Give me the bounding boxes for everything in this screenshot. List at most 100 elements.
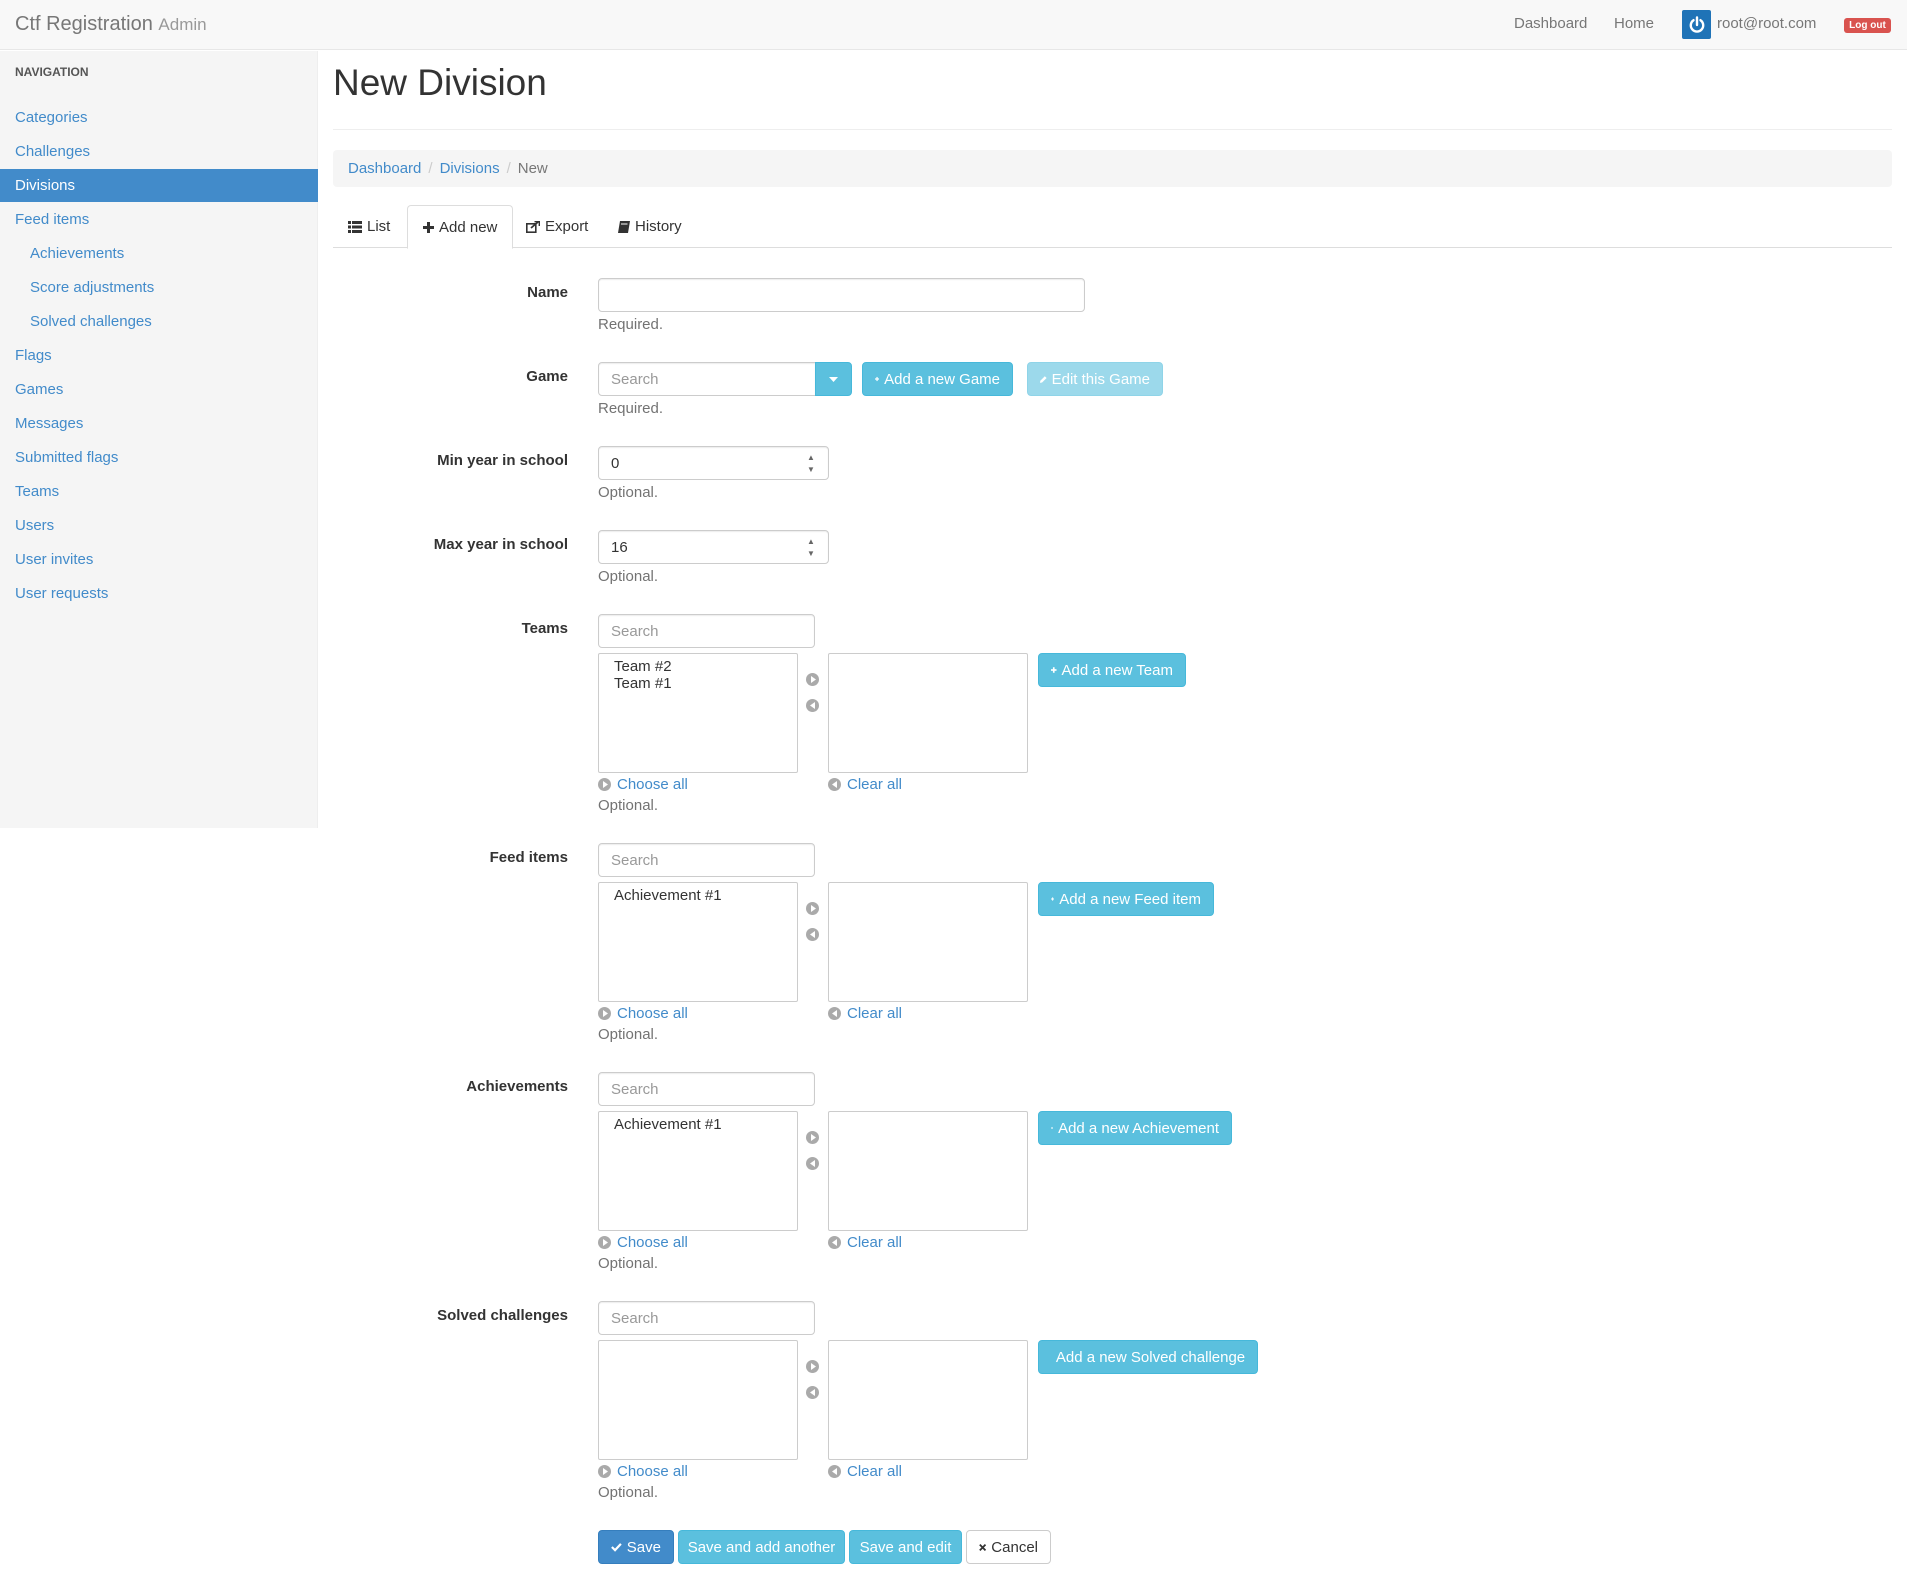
min-year-label: Min year in school xyxy=(437,452,568,469)
nav-home-link[interactable]: Home xyxy=(1614,15,1654,32)
list-item[interactable]: Achievement #1 xyxy=(614,887,797,904)
solved-challenges-available-list[interactable] xyxy=(598,1340,798,1460)
book-icon xyxy=(618,220,630,233)
achievements-choose-all-link[interactable]: Choose all xyxy=(617,1234,688,1251)
sidebar-item-challenges[interactable]: Challenges xyxy=(0,135,318,168)
sidebar-item-divisions[interactable]: Divisions xyxy=(0,169,318,202)
user-avatar-power-icon[interactable] xyxy=(1682,10,1711,39)
teams-move-left-icon[interactable] xyxy=(806,699,819,712)
list-item[interactable]: Team #2 xyxy=(614,658,797,675)
list-item[interactable]: Team #1 xyxy=(614,675,797,692)
save-and-add-another-button[interactable]: Save and add another xyxy=(678,1530,845,1564)
add-new-team-label: Add a new Team xyxy=(1061,661,1173,679)
tab-export-label: Export xyxy=(545,218,589,235)
achievements-choose-all[interactable]: Choose all xyxy=(598,1234,688,1251)
min-year-spinner[interactable]: ▲ ▼ xyxy=(806,453,816,475)
logout-button[interactable]: Log out xyxy=(1844,18,1891,33)
sidebar-item-user-invites[interactable]: User invites xyxy=(0,543,318,576)
sidebar-item-users[interactable]: Users xyxy=(0,509,318,542)
save-button[interactable]: Save xyxy=(598,1530,674,1564)
achievements-selected-list[interactable] xyxy=(828,1111,1028,1231)
achievements-move-left-icon[interactable] xyxy=(806,1157,819,1170)
game-search-input[interactable]: Search xyxy=(598,362,816,396)
feed-items-search-input[interactable]: Search xyxy=(598,843,815,877)
clear-all-icon xyxy=(828,1007,841,1020)
solved-challenges-clear-all[interactable]: Clear all xyxy=(828,1463,902,1480)
feed-items-choose-all-link[interactable]: Choose all xyxy=(617,1005,688,1022)
add-new-solved-challenge-label: Add a new Solved challenge xyxy=(1055,1348,1246,1366)
cancel-button[interactable]: Cancel xyxy=(966,1530,1051,1564)
achievements-clear-all-link[interactable]: Clear all xyxy=(847,1234,902,1251)
add-new-solved-challenge-button[interactable]: Add a new Solved challenge xyxy=(1038,1340,1258,1374)
teams-selected-list[interactable] xyxy=(828,653,1028,773)
solved-challenges-selected-list[interactable] xyxy=(828,1340,1028,1460)
teams-clear-all[interactable]: Clear all xyxy=(828,776,902,793)
edit-game-button[interactable]: Edit this Game xyxy=(1027,362,1163,396)
nav-dashboard-link[interactable]: Dashboard xyxy=(1514,15,1587,32)
name-input[interactable] xyxy=(598,278,1085,312)
add-new-achievement-label: Add a new Achievement xyxy=(1058,1119,1219,1137)
sidebar-item-messages[interactable]: Messages xyxy=(0,407,318,440)
teams-clear-all-link[interactable]: Clear all xyxy=(847,776,902,793)
max-year-input[interactable]: 16 ▲ ▼ xyxy=(598,530,829,564)
sidebar-item-categories[interactable]: Categories xyxy=(0,101,318,134)
sidebar-item-games[interactable]: Games xyxy=(0,373,318,406)
achievements-search-input[interactable]: Search xyxy=(598,1072,815,1106)
plus-icon xyxy=(875,376,880,382)
feed-items-move-right-icon[interactable] xyxy=(806,902,819,915)
brand[interactable]: Ctf Registration Admin xyxy=(15,13,207,36)
solved-challenges-move-left-icon[interactable] xyxy=(806,1386,819,1399)
sidebar-item-feed-items[interactable]: Feed items xyxy=(0,203,318,236)
tab-list[interactable]: List xyxy=(333,205,405,248)
list-item[interactable]: Achievement #1 xyxy=(614,1116,797,1133)
achievements-available-list[interactable]: Achievement #1 xyxy=(598,1111,798,1231)
tab-add-new[interactable]: Add new xyxy=(407,205,514,249)
breadcrumb-divisions[interactable]: Divisions xyxy=(440,160,500,177)
teams-search-input[interactable]: Search xyxy=(598,614,815,648)
plus-icon xyxy=(1051,897,1055,901)
tab-history[interactable]: History xyxy=(603,205,697,248)
feed-items-clear-all[interactable]: Clear all xyxy=(828,1005,902,1022)
breadcrumb-dashboard[interactable]: Dashboard xyxy=(348,160,421,177)
user-email-link[interactable]: root@root.com xyxy=(1717,15,1816,32)
game-dropdown-button[interactable] xyxy=(815,362,852,396)
min-year-input[interactable]: 0 ▲ ▼ xyxy=(598,446,829,480)
add-new-feed-item-button[interactable]: Add a new Feed item xyxy=(1038,882,1214,916)
solved-challenges-clear-all-link[interactable]: Clear all xyxy=(847,1463,902,1480)
add-new-achievement-button[interactable]: Add a new Achievement xyxy=(1038,1111,1232,1145)
tab-export[interactable]: Export xyxy=(511,205,603,248)
sidebar-item-solved-challenges[interactable]: Solved challenges xyxy=(0,305,318,338)
tab-history-label: History xyxy=(635,218,682,235)
sidebar-item-teams[interactable]: Teams xyxy=(0,475,318,508)
max-year-spinner[interactable]: ▲ ▼ xyxy=(806,537,816,559)
achievements-clear-all[interactable]: Clear all xyxy=(828,1234,902,1251)
save-and-edit-button[interactable]: Save and edit xyxy=(849,1530,962,1564)
edit-game-label: Edit this Game xyxy=(1051,370,1150,388)
solved-challenges-choose-all[interactable]: Choose all xyxy=(598,1463,688,1480)
add-new-feed-item-label: Add a new Feed item xyxy=(1059,890,1201,908)
solved-challenges-search-input[interactable]: Search xyxy=(598,1301,815,1335)
feed-items-choose-all[interactable]: Choose all xyxy=(598,1005,688,1022)
brand-title[interactable]: Ctf Registration xyxy=(15,13,153,35)
feed-items-available-list[interactable]: Achievement #1 xyxy=(598,882,798,1002)
achievements-move-right-icon[interactable] xyxy=(806,1131,819,1144)
feed-items-move-left-icon[interactable] xyxy=(806,928,819,941)
add-new-team-button[interactable]: Add a new Team xyxy=(1038,653,1186,687)
sidebar-item-user-requests[interactable]: User requests xyxy=(0,577,318,610)
solved-challenges-choose-all-link[interactable]: Choose all xyxy=(617,1463,688,1480)
feed-items-selected-list[interactable] xyxy=(828,882,1028,1002)
brand-subtitle[interactable]: Admin xyxy=(158,15,206,34)
teams-choose-all[interactable]: Choose all xyxy=(598,776,688,793)
sidebar-item-achievements[interactable]: Achievements xyxy=(0,237,318,270)
sidebar-item-score-adjustments[interactable]: Score adjustments xyxy=(0,271,318,304)
sidebar-item-submitted-flags[interactable]: Submitted flags xyxy=(0,441,318,474)
teams-move-right-icon[interactable] xyxy=(806,673,819,686)
achievements-help: Optional. xyxy=(598,1255,659,1272)
feed-items-clear-all-link[interactable]: Clear all xyxy=(847,1005,902,1022)
teams-choose-all-link[interactable]: Choose all xyxy=(617,776,688,793)
teams-available-list[interactable]: Team #2 Team #1 xyxy=(598,653,798,773)
add-new-game-button[interactable]: Add a new Game xyxy=(862,362,1013,396)
sidebar-item-flags[interactable]: Flags xyxy=(0,339,318,372)
solved-challenges-move-right-icon[interactable] xyxy=(806,1360,819,1373)
min-year-help: Optional. xyxy=(598,484,659,501)
